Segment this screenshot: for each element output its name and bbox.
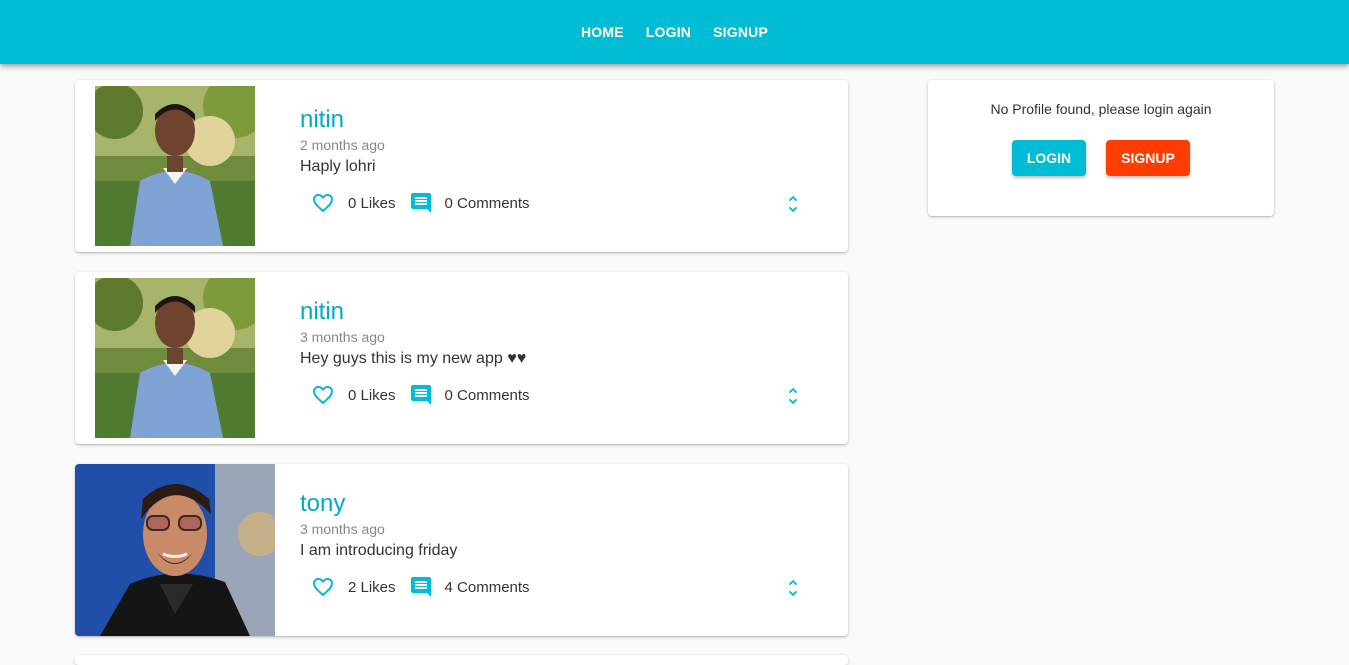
post-card: nitin 3 months ago Hey guys this is my n…	[75, 272, 848, 444]
post-photo-slot	[75, 464, 275, 636]
like-count: 2 Likes	[348, 578, 396, 596]
nav-login-link[interactable]: LOGIN	[635, 24, 702, 40]
post-photo-slot	[75, 80, 275, 252]
signup-button[interactable]: SIGNUP	[1106, 140, 1190, 176]
post-body: I am introducing friday	[300, 542, 458, 559]
post-timestamp: 2 months ago	[300, 137, 385, 153]
unfold-more-icon[interactable]	[782, 192, 804, 216]
comment-icon[interactable]	[409, 383, 433, 407]
heart-outline-icon[interactable]	[311, 191, 335, 215]
comment-icon[interactable]	[409, 191, 433, 215]
profile-message: No Profile found, please login again	[990, 101, 1212, 117]
heart-outline-icon[interactable]	[311, 575, 335, 599]
heart-outline-icon[interactable]	[311, 383, 335, 407]
user-photo	[75, 464, 275, 636]
post-username[interactable]: tony	[300, 490, 345, 518]
user-photo	[95, 278, 255, 438]
post-body: Haply lohri	[300, 158, 376, 175]
comment-count: 0 Comments	[444, 194, 530, 212]
nav-signup-link[interactable]: SIGNUP	[702, 24, 779, 40]
comment-count: 4 Comments	[444, 578, 530, 596]
post-timestamp: 3 months ago	[300, 329, 385, 345]
post-card: tony 3 months ago I am introducing frida…	[75, 464, 848, 636]
login-button[interactable]: LOGIN	[1012, 140, 1086, 176]
post-photo-slot	[75, 272, 275, 444]
profile-card: No Profile found, please login again LOG…	[928, 80, 1274, 216]
app-bar: HOME LOGIN SIGNUP	[0, 0, 1349, 64]
nav-home-link[interactable]: HOME	[570, 24, 635, 40]
post-body: Hey guys this is my new app ♥♥	[300, 350, 527, 367]
post-username[interactable]: nitin	[300, 298, 344, 326]
post-username[interactable]: nitin	[300, 106, 344, 134]
unfold-more-icon[interactable]	[782, 576, 804, 600]
unfold-more-icon[interactable]	[782, 384, 804, 408]
post-actions: 2 Likes 4 Comments	[311, 574, 530, 600]
user-photo	[95, 86, 255, 246]
post-timestamp: 3 months ago	[300, 521, 385, 537]
post-actions: 0 Likes 0 Comments	[311, 382, 530, 408]
comment-count: 0 Comments	[444, 386, 530, 404]
like-count: 0 Likes	[348, 194, 396, 212]
comment-icon[interactable]	[409, 575, 433, 599]
like-count: 0 Likes	[348, 386, 396, 404]
post-actions: 0 Likes 0 Comments	[311, 190, 530, 216]
top-nav: HOME LOGIN SIGNUP	[0, 0, 1349, 64]
post-card: nitin 2 months ago Haply lohri 0 Likes 0…	[75, 80, 848, 252]
